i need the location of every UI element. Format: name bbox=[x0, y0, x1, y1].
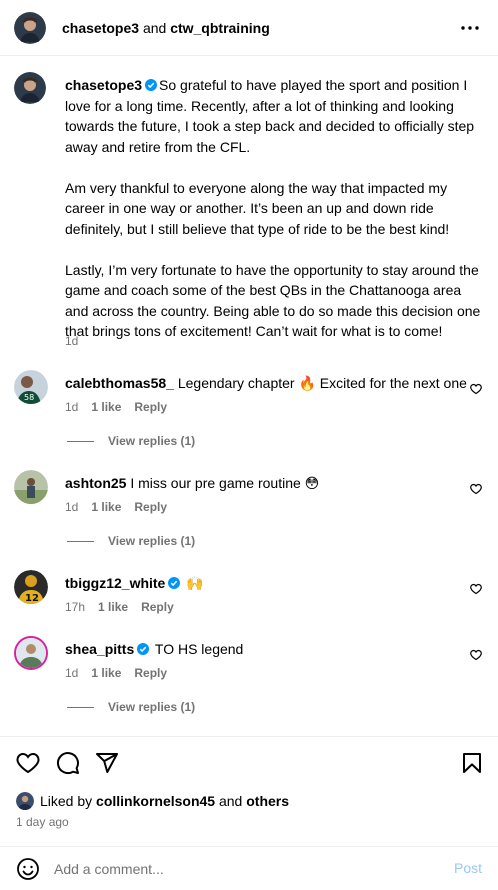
comment-likes[interactable]: 1 like bbox=[98, 600, 128, 614]
comment-text: 🙌 bbox=[186, 575, 204, 591]
comment-body: calebthomas58_ Legendary chapter 🔥 Excit… bbox=[65, 375, 467, 392]
comment-avatar[interactable]: 58 bbox=[14, 370, 48, 404]
caption-paragraph-2: Am very thankful to everyone along the w… bbox=[65, 179, 450, 237]
verified-badge-icon bbox=[145, 76, 158, 91]
comment-avatar[interactable] bbox=[14, 470, 48, 504]
comment-time: 1d bbox=[65, 400, 79, 414]
caption-username[interactable]: chasetope3 bbox=[65, 77, 142, 93]
view-replies-label: View replies (1) bbox=[108, 700, 196, 714]
comment-text: I miss our pre game routine 😳 bbox=[130, 475, 320, 491]
comment-text: TO HS legend bbox=[154, 641, 244, 657]
add-comment-input[interactable] bbox=[54, 857, 434, 881]
like-comment-heart-icon[interactable] bbox=[470, 482, 482, 495]
view-replies-button[interactable]: View replies (1) bbox=[67, 700, 195, 714]
liked-by-connector: and bbox=[218, 793, 243, 809]
comment-username[interactable]: calebthomas58_ bbox=[65, 375, 174, 391]
comment-meta: 1d 1 like Reply bbox=[65, 666, 167, 680]
actions-divider bbox=[0, 736, 498, 737]
like-comment-heart-icon[interactable] bbox=[470, 648, 482, 661]
caption-timestamp: 1d bbox=[65, 334, 79, 348]
comment-meta: 17h 1 like Reply bbox=[65, 600, 174, 614]
comment-username[interactable]: ashton25 bbox=[65, 475, 126, 491]
view-replies-label: View replies (1) bbox=[108, 434, 196, 448]
comment-avatar-story-ring[interactable] bbox=[14, 636, 48, 670]
post-timestamp: 1 day ago bbox=[16, 815, 69, 829]
comment-likes[interactable]: 1 like bbox=[91, 400, 121, 414]
caption-paragraph: chasetope3 So grateful to have played the… bbox=[65, 75, 485, 157]
comment-icon[interactable] bbox=[56, 751, 80, 775]
header-collaborator-link[interactable]: ctw_qbtraining bbox=[170, 20, 270, 36]
reply-button[interactable]: Reply bbox=[134, 500, 167, 514]
reply-button[interactable]: Reply bbox=[141, 600, 174, 614]
verified-badge-icon bbox=[168, 576, 181, 589]
comment-time: 17h bbox=[65, 600, 86, 614]
header-connector: and bbox=[142, 19, 167, 36]
comment-avatar[interactable]: 12 bbox=[14, 570, 48, 604]
comment-text: Legendary chapter 🔥 Excited for the next… bbox=[177, 375, 467, 391]
comment-body: ashton25 I miss our pre game routine 😳 bbox=[65, 475, 319, 492]
post-comment-button[interactable]: Post bbox=[454, 860, 482, 876]
comment-meta: 1d 1 like Reply bbox=[65, 400, 167, 414]
comment-meta: 1d 1 like Reply bbox=[65, 500, 167, 514]
svg-text:58: 58 bbox=[24, 393, 34, 402]
caption-paragraph-3: Lastly, I’m very fortunate to have the o… bbox=[65, 261, 481, 340]
comment-username[interactable]: shea_pitts bbox=[65, 641, 134, 657]
author-avatar[interactable] bbox=[14, 11, 46, 44]
svg-text:12: 12 bbox=[25, 593, 39, 604]
comment-likes[interactable]: 1 like bbox=[91, 500, 121, 514]
reply-button[interactable]: Reply bbox=[134, 666, 167, 680]
like-comment-heart-icon[interactable] bbox=[470, 582, 482, 595]
view-replies-line bbox=[67, 440, 94, 442]
comment-body: tbiggz12_white 🙌 bbox=[65, 575, 204, 592]
view-replies-button[interactable]: View replies (1) bbox=[67, 534, 195, 548]
more-horizontal-icon[interactable] bbox=[458, 18, 482, 38]
caption-author-avatar[interactable] bbox=[14, 72, 46, 104]
comment-body: shea_pitts TO HS legend bbox=[65, 641, 243, 657]
view-replies-line bbox=[67, 540, 94, 542]
caption-text: chasetope3 So grateful to have played the… bbox=[65, 75, 485, 362]
comment-likes[interactable]: 1 like bbox=[91, 666, 121, 680]
liker-avatar[interactable] bbox=[16, 792, 34, 810]
share-icon[interactable] bbox=[95, 751, 119, 775]
reply-button[interactable]: Reply bbox=[134, 400, 167, 414]
view-replies-label: View replies (1) bbox=[108, 534, 196, 548]
add-comment-divider bbox=[0, 846, 498, 847]
liked-by-user[interactable]: collinkornelson45 bbox=[96, 793, 215, 809]
liked-by-others[interactable]: others bbox=[246, 793, 289, 809]
header-title: chasetope3 and ctw_qbtraining bbox=[62, 20, 270, 36]
comment-username[interactable]: tbiggz12_white bbox=[65, 575, 165, 591]
post-header: chasetope3 and ctw_qbtraining bbox=[0, 0, 498, 56]
emoji-icon[interactable] bbox=[16, 857, 40, 881]
like-comment-heart-icon[interactable] bbox=[470, 382, 482, 395]
comment-time: 1d bbox=[65, 500, 79, 514]
heart-icon[interactable] bbox=[16, 751, 40, 775]
liked-by-prefix: Liked by bbox=[40, 793, 93, 809]
header-author-link[interactable]: chasetope3 bbox=[62, 20, 139, 36]
comment-time: 1d bbox=[65, 666, 79, 680]
verified-badge-icon bbox=[137, 642, 150, 655]
view-replies-button[interactable]: View replies (1) bbox=[67, 434, 195, 448]
likes-summary: Liked by collinkornelson45 and others bbox=[16, 792, 289, 810]
view-replies-line bbox=[67, 706, 94, 708]
bookmark-icon[interactable] bbox=[460, 751, 484, 775]
